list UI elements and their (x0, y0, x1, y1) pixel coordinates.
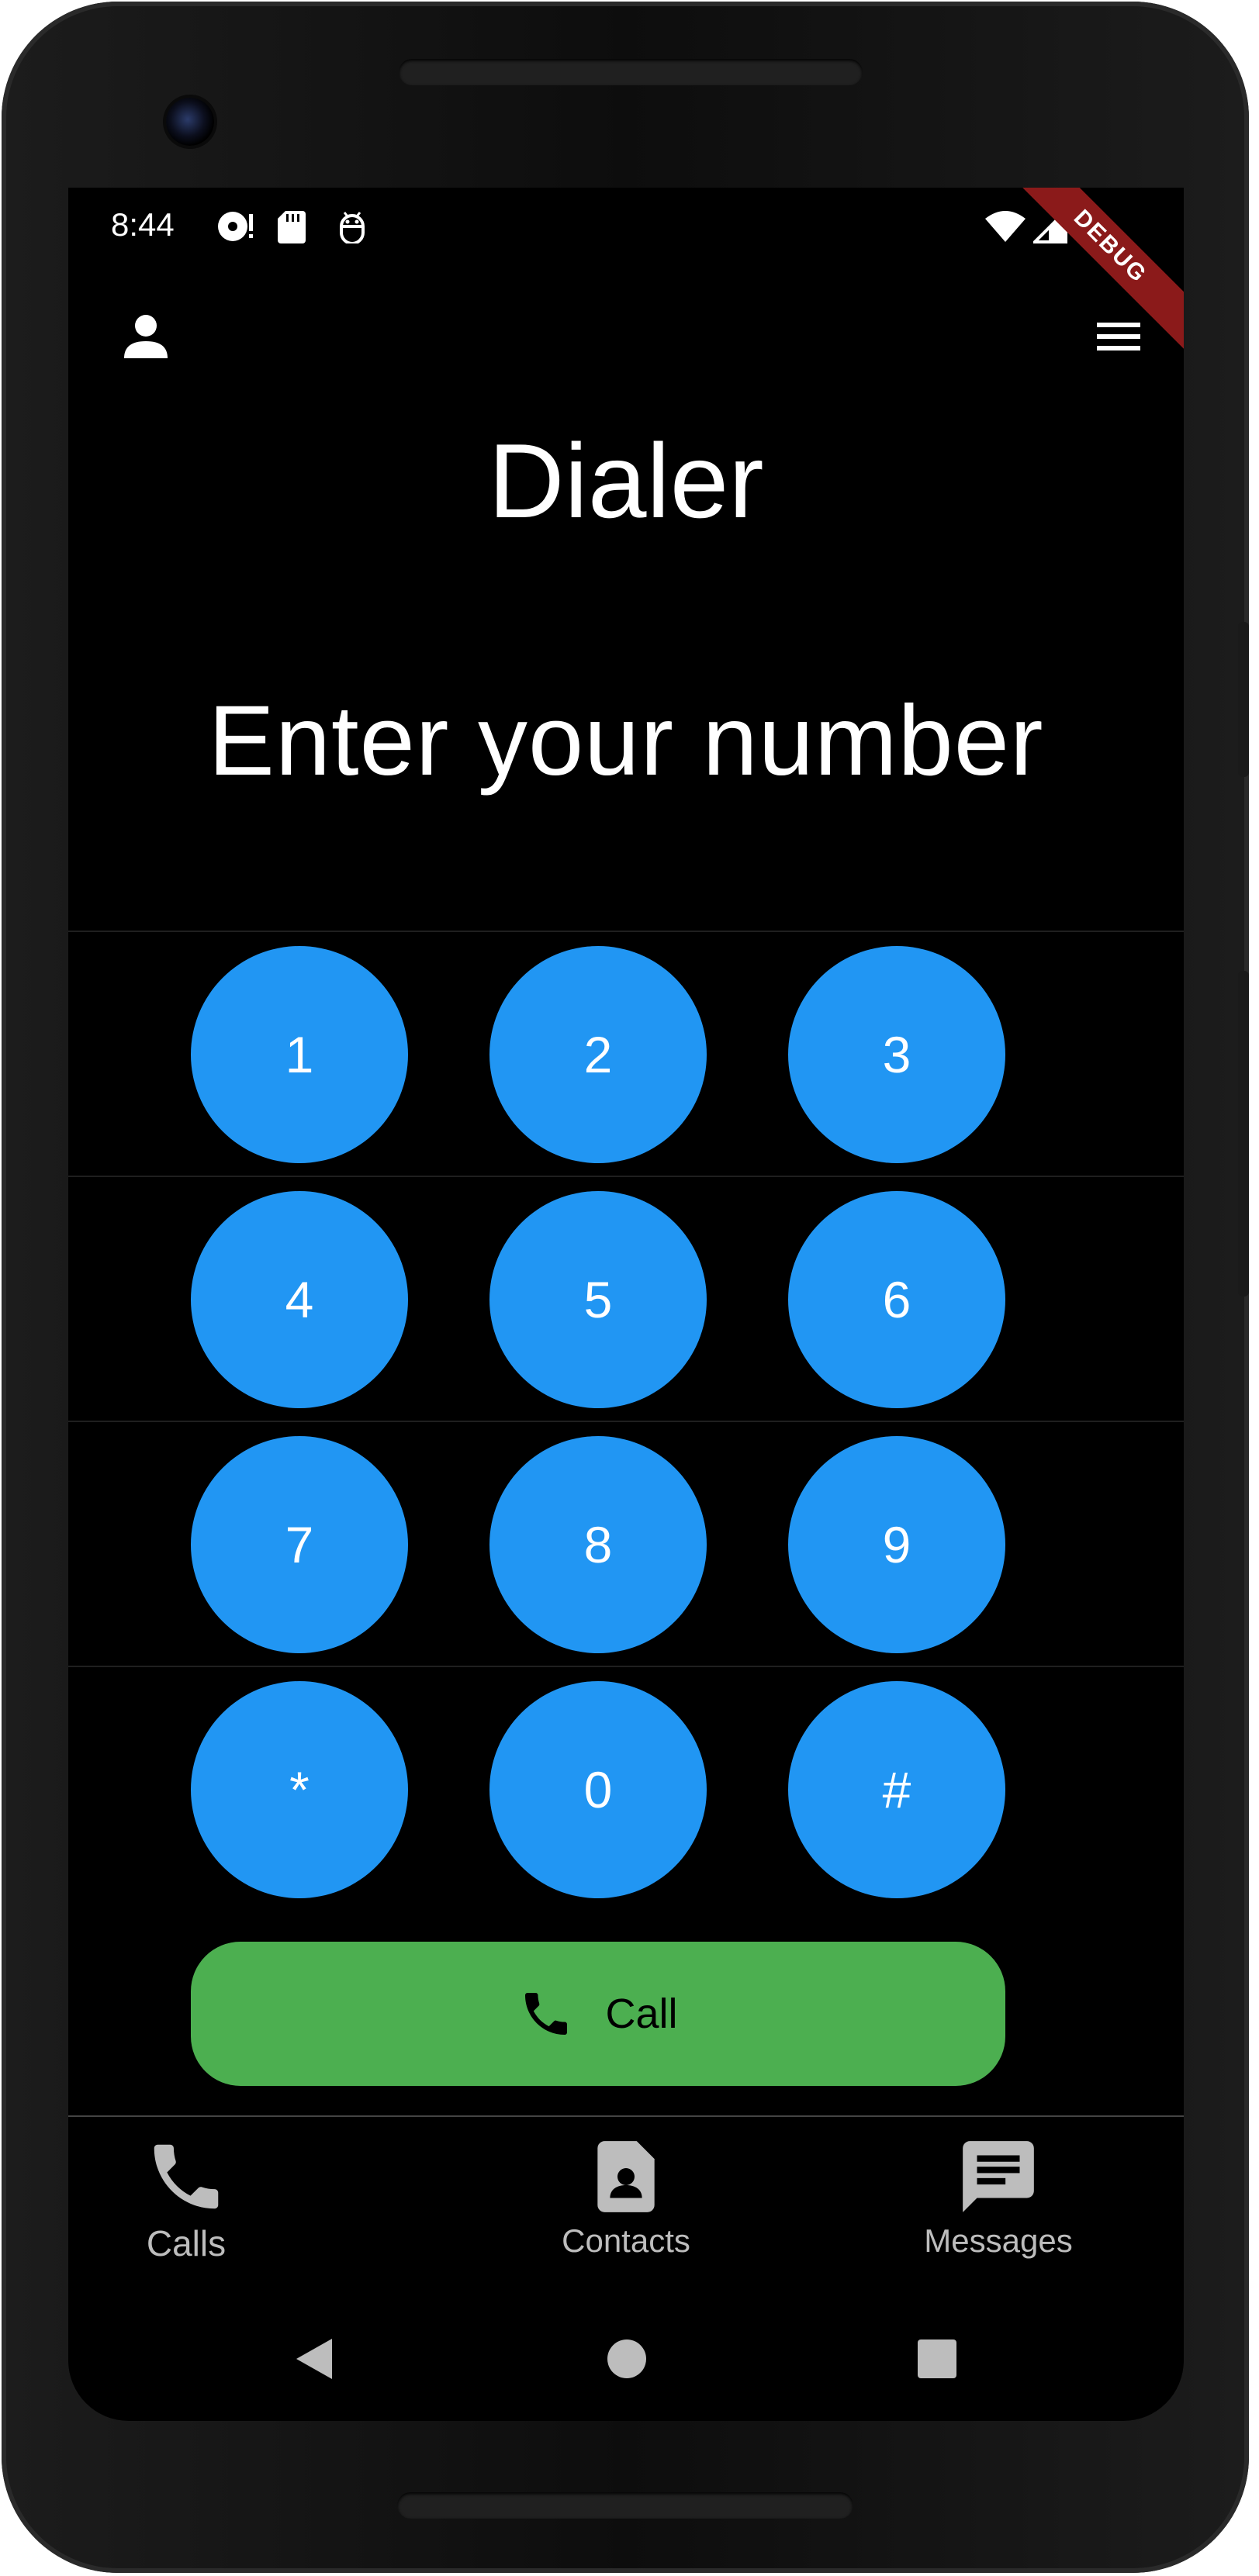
front-camera (166, 98, 214, 146)
sync-disc-icon (218, 212, 253, 241)
call-button-label: Call (605, 1991, 678, 2037)
back-icon[interactable] (292, 2336, 335, 2382)
nav-label-calls: Calls (146, 2223, 227, 2263)
status-time: 8:44 (111, 206, 175, 243)
key-0[interactable]: 0 (489, 1681, 707, 1898)
wifi-icon (985, 211, 1026, 242)
keypad-row-divider (68, 931, 1184, 932)
key-4[interactable]: 4 (191, 1191, 408, 1408)
recents-icon[interactable] (915, 2336, 959, 2382)
nav-label-messages: Messages (924, 2222, 1073, 2259)
nav-item-contacts[interactable]: Contacts (471, 2134, 781, 2260)
phone-frame: 8:44 DEBUG Dialer Enter your number 1 2 … (2, 2, 1249, 2573)
message-icon (963, 2141, 1034, 2212)
key-7[interactable]: 7 (191, 1436, 408, 1653)
person-icon[interactable] (115, 306, 177, 368)
key-hash[interactable]: # (788, 1681, 1005, 1898)
number-display[interactable]: Enter your number (68, 684, 1184, 798)
sd-card-icon (278, 211, 306, 243)
menu-icon[interactable] (1088, 306, 1150, 368)
keypad-row-divider (68, 1421, 1184, 1422)
earpiece-speaker (399, 59, 863, 85)
bottom-nav-divider (68, 2115, 1184, 2117)
status-bar: 8:44 DEBUG (68, 188, 1184, 352)
key-8[interactable]: 8 (489, 1436, 707, 1653)
power-button (1238, 622, 1249, 777)
phone-icon (154, 2144, 219, 2209)
android-debug-icon (340, 212, 365, 243)
keypad-row-divider (68, 1666, 1184, 1667)
call-button[interactable]: Call (191, 1942, 1005, 2086)
page-title: Dialer (488, 422, 764, 540)
contact-card-icon (597, 2141, 655, 2212)
nav-item-calls[interactable]: Calls (68, 2134, 341, 2264)
key-1[interactable]: 1 (191, 946, 408, 1163)
app-screen: 8:44 DEBUG Dialer Enter your number 1 2 … (68, 188, 1184, 2421)
key-star[interactable]: * (191, 1681, 408, 1898)
home-icon[interactable] (605, 2336, 649, 2382)
volume-button (1238, 971, 1249, 1297)
key-2[interactable]: 2 (489, 946, 707, 1163)
keypad-row-divider (68, 1176, 1184, 1177)
bottom-speaker (397, 2492, 853, 2519)
nav-label-contacts: Contacts (562, 2222, 690, 2259)
key-9[interactable]: 9 (788, 1436, 1005, 1653)
key-6[interactable]: 6 (788, 1191, 1005, 1408)
key-3[interactable]: 3 (788, 946, 1005, 1163)
nav-item-messages[interactable]: Messages (843, 2134, 1154, 2260)
phone-icon (525, 1993, 568, 2035)
key-5[interactable]: 5 (489, 1191, 707, 1408)
